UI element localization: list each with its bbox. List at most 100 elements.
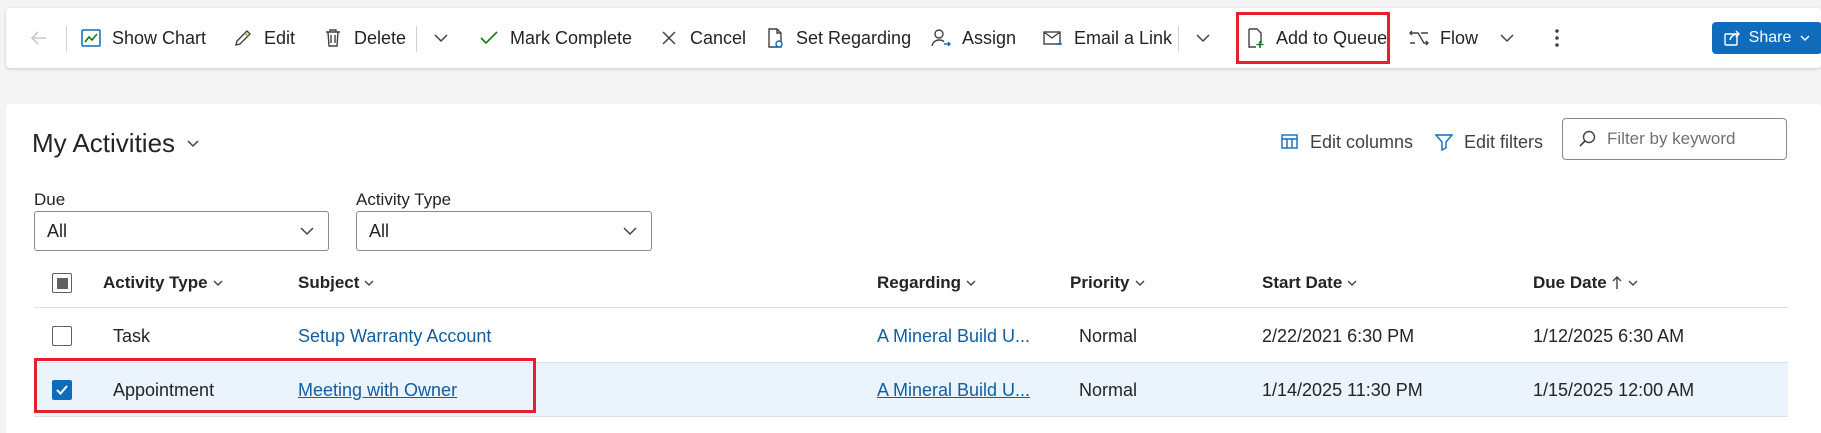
delete-label: Delete (354, 27, 407, 48)
flow-icon (1408, 27, 1430, 49)
close-icon (658, 27, 680, 49)
chevron-down-icon (185, 136, 201, 152)
cell-priority: Normal (1079, 379, 1138, 400)
filter-icon (1434, 132, 1454, 152)
chevron-down-icon (1496, 27, 1518, 49)
cell-subject-link[interactable]: Setup Warranty Account (298, 309, 491, 363)
cell-start-date: 2/22/2021 6:30 PM (1262, 325, 1415, 346)
column-header-start-date[interactable]: Start Date (1262, 258, 1358, 308)
divider (66, 26, 67, 52)
back-button[interactable] (28, 8, 50, 68)
due-filter-select[interactable]: All (34, 211, 329, 251)
select-all-checkbox[interactable] (52, 273, 72, 293)
cell-activity-type: Task (113, 325, 151, 346)
column-header-label: Due Date (1533, 273, 1607, 292)
mark-complete-label: Mark Complete (510, 27, 633, 48)
column-header-label: Subject (298, 273, 360, 292)
due-filter-value: All (47, 220, 68, 241)
cell-priority: Normal (1079, 325, 1138, 346)
view-title: My Activities (32, 128, 176, 158)
chevron-down-icon (1134, 277, 1146, 289)
assign-label: Assign (962, 27, 1017, 48)
row-checkbox[interactable] (52, 326, 72, 346)
document-link-icon (764, 27, 786, 49)
due-filter-label: Due (34, 190, 66, 209)
view-selector[interactable]: My Activities (32, 128, 201, 159)
table-row[interactable]: Task Setup Warranty Account A Mineral Bu… (34, 309, 1788, 363)
checkmark-icon (478, 27, 500, 49)
chart-icon (80, 27, 102, 49)
back-arrow-icon (28, 27, 50, 49)
share-button[interactable]: Share (1712, 22, 1821, 54)
person-assign-icon (930, 27, 952, 49)
chevron-down-icon (1192, 27, 1214, 49)
show-chart-button[interactable]: Show Chart (80, 8, 206, 68)
chevron-down-icon (212, 277, 224, 289)
cell-start-date: 1/14/2025 11:30 PM (1262, 379, 1423, 400)
column-header-activity-type[interactable]: Activity Type (103, 258, 224, 308)
flow-label: Flow (1440, 27, 1479, 48)
chevron-down-icon (621, 222, 639, 240)
column-header-due-date[interactable]: Due Date (1533, 258, 1639, 308)
grid-header: Activity Type Subject Regarding Priority… (34, 258, 1788, 308)
edit-columns-button[interactable]: Edit columns (1280, 128, 1413, 156)
flow-button[interactable]: Flow (1408, 8, 1518, 68)
share-label: Share (1748, 29, 1792, 46)
chevron-down-icon (430, 27, 452, 49)
pencil-icon (232, 27, 254, 49)
selected-row-highlight (34, 358, 536, 413)
sort-ascending-icon (1611, 275, 1623, 291)
indeterminate-mark-icon (56, 277, 68, 289)
edit-label: Edit (264, 27, 296, 48)
column-header-priority[interactable]: Priority (1070, 258, 1146, 308)
email-link-label: Email a Link (1074, 27, 1173, 48)
cell-regarding-link[interactable]: A Mineral Build U... (877, 309, 1030, 363)
add-to-queue-highlight (1236, 12, 1390, 64)
delete-button[interactable]: Delete (322, 8, 406, 68)
column-header-regarding[interactable]: Regarding (877, 258, 977, 308)
cancel-button[interactable]: Cancel (658, 8, 746, 68)
keyword-filter-input[interactable]: Filter by keyword (1562, 118, 1787, 160)
cell-due-date: 1/15/2025 12:00 AM (1533, 379, 1695, 400)
chevron-down-icon (298, 222, 316, 240)
show-chart-label: Show Chart (112, 27, 207, 48)
share-icon (1723, 29, 1741, 47)
edit-filters-button[interactable]: Edit filters (1434, 128, 1543, 156)
divider (1178, 26, 1179, 52)
chevron-down-icon (1799, 32, 1811, 44)
column-header-label: Regarding (877, 273, 962, 292)
cell-due-date: 1/12/2025 6:30 AM (1533, 325, 1685, 346)
edit-filters-label: Edit filters (1464, 131, 1544, 152)
set-regarding-button[interactable]: Set Regarding (764, 8, 911, 68)
column-header-label: Activity Type (103, 273, 208, 292)
column-header-label: Priority (1070, 273, 1130, 292)
more-commands-dropdown[interactable] (430, 8, 452, 68)
edit-button[interactable]: Edit (232, 8, 295, 68)
assign-button[interactable]: Assign (930, 8, 1016, 68)
chevron-down-icon (1627, 277, 1639, 289)
email-link-icon (1042, 27, 1064, 49)
search-icon (1577, 129, 1597, 149)
keyword-filter-placeholder: Filter by keyword (1607, 129, 1736, 148)
more-commands-dropdown-2[interactable] (1192, 8, 1214, 68)
chevron-down-icon (363, 277, 375, 289)
more-vertical-icon (1546, 27, 1568, 49)
cancel-label: Cancel (690, 27, 747, 48)
set-regarding-label: Set Regarding (796, 27, 912, 48)
activity-type-filter-select[interactable]: All (356, 211, 652, 251)
column-header-label: Start Date (1262, 273, 1343, 292)
activity-type-filter-label: Activity Type (356, 190, 452, 209)
more-options-button[interactable] (1546, 8, 1568, 68)
trash-icon (322, 27, 344, 49)
mark-complete-button[interactable]: Mark Complete (478, 8, 632, 68)
activity-type-filter-value: All (369, 220, 390, 241)
command-bar: Show Chart Edit Delete Mark Complete Can… (6, 8, 1821, 68)
cell-regarding-link[interactable]: A Mineral Build U... (877, 363, 1030, 417)
chevron-down-icon (965, 277, 977, 289)
edit-columns-icon (1280, 132, 1300, 152)
chevron-down-icon (1346, 277, 1358, 289)
edit-columns-label: Edit columns (1310, 131, 1414, 152)
divider (416, 26, 417, 52)
email-link-button[interactable]: Email a Link (1042, 8, 1172, 68)
column-header-subject[interactable]: Subject (298, 258, 375, 308)
